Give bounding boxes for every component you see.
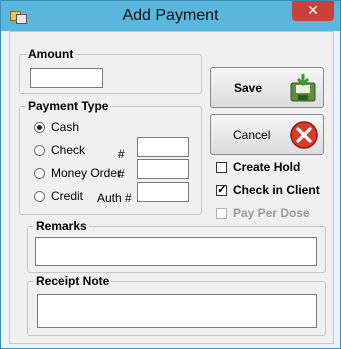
radio-credit-label: Credit [51, 189, 84, 203]
save-button-label: Save [234, 81, 263, 95]
amount-input[interactable] [30, 68, 103, 88]
create-hold-label: Create Hold [233, 160, 301, 174]
pay-per-dose-checkbox [216, 208, 227, 219]
check-in-client-label: Check in Client [233, 183, 320, 197]
remarks-input[interactable] [35, 237, 317, 266]
cancel-button[interactable]: Cancel [210, 114, 324, 155]
check-number-input[interactable] [137, 137, 189, 157]
title-bar: Add Payment ✕ [1, 1, 340, 31]
create-hold-checkbox[interactable] [216, 162, 227, 173]
radio-check[interactable] [34, 145, 45, 156]
payment-type-label: Payment Type [28, 99, 109, 113]
radio-cash-label: Cash [51, 120, 80, 134]
dialog-body: Amount Payment Type Cash Check # Money O… [9, 31, 334, 344]
radio-cash[interactable] [34, 122, 45, 133]
radio-money-order[interactable] [34, 168, 45, 179]
money-order-number-label: # [118, 167, 125, 181]
checkmark-icon: ✓ [217, 182, 228, 196]
radio-money-order-label: Money Order [51, 166, 122, 180]
check-in-client-checkbox[interactable]: ✓ [216, 182, 228, 196]
radio-credit[interactable] [34, 191, 45, 202]
pay-per-dose-label: Pay Per Dose [233, 206, 310, 220]
money-order-number-input[interactable] [137, 159, 189, 179]
window-title: Add Payment [122, 7, 219, 24]
auth-number-input[interactable] [137, 182, 189, 202]
save-button[interactable]: Save [210, 67, 324, 108]
receipt-note-input[interactable] [37, 294, 317, 328]
cancel-button-label: Cancel [233, 128, 271, 142]
radio-check-label: Check [51, 143, 86, 157]
add-payment-window: Add Payment ✕ Amount Payment Type Cash C… [0, 0, 341, 349]
amount-label: Amount [28, 47, 74, 61]
close-icon[interactable]: ✕ [292, 1, 334, 21]
auth-number-label: Auth # [97, 191, 132, 205]
remarks-label: Remarks [36, 219, 87, 233]
save-to-disk-icon [290, 74, 316, 102]
receipt-note-label: Receipt Note [36, 274, 110, 288]
red-x-circle-icon [290, 121, 318, 149]
check-number-label: # [118, 147, 125, 161]
